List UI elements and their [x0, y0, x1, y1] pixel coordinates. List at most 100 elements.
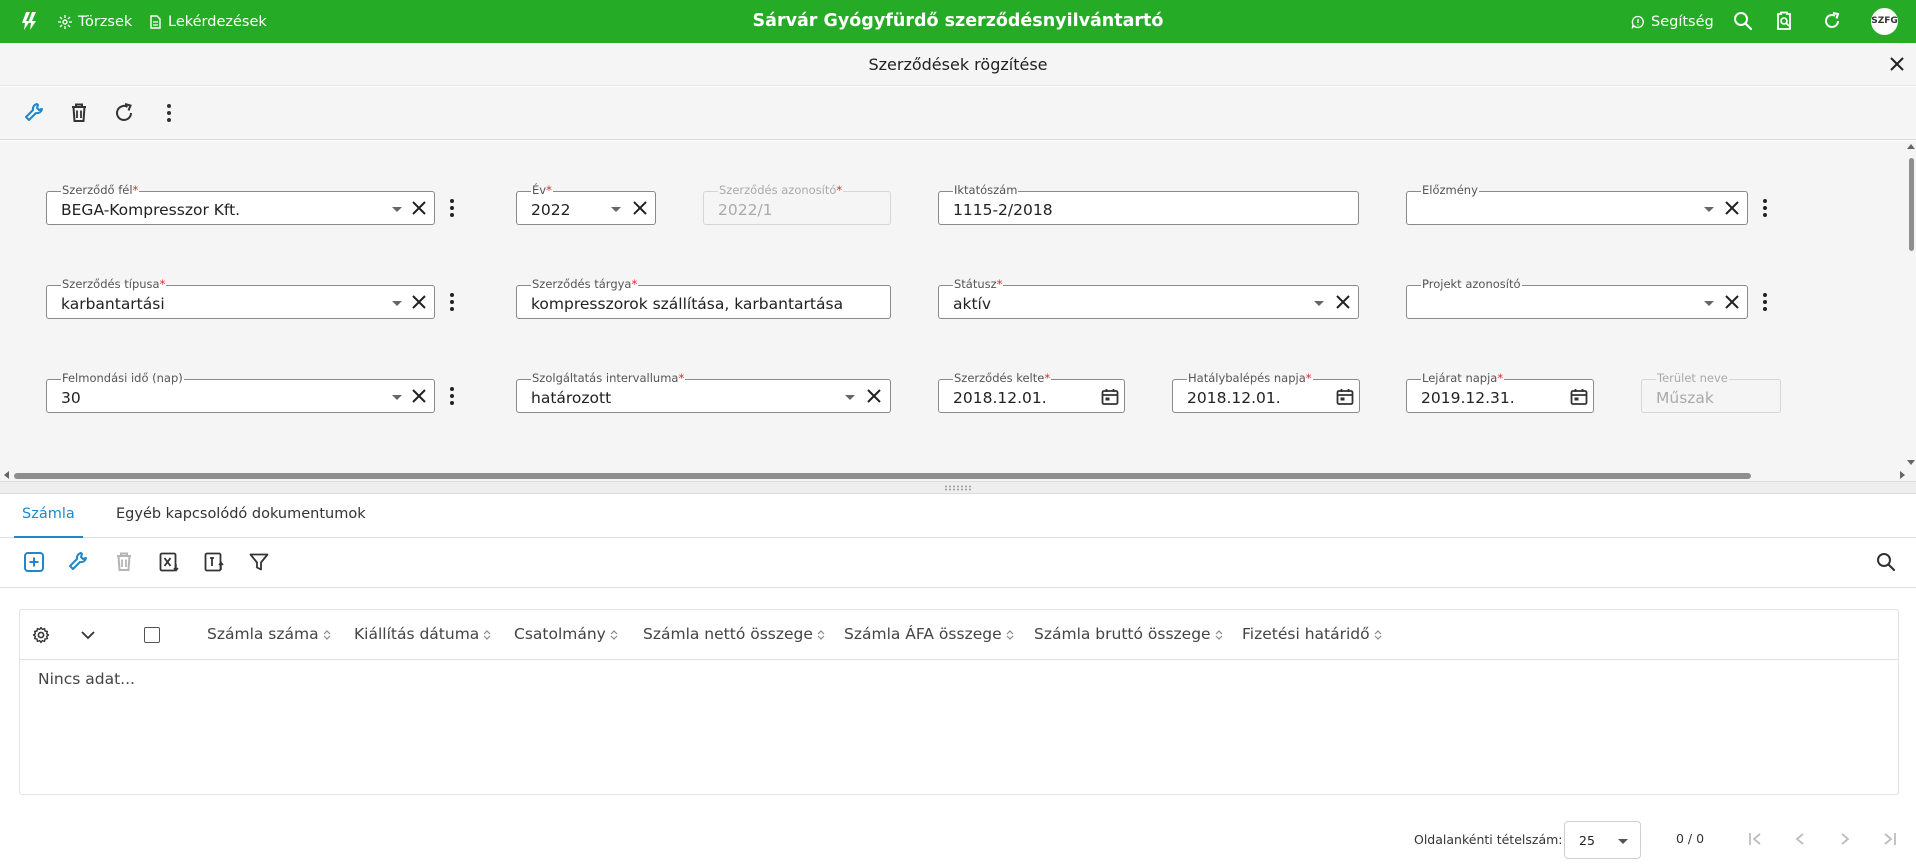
chevron-down-icon: [1314, 301, 1324, 306]
signed-value: 2018.12.01.: [953, 389, 1047, 407]
help-label: Segítség: [1651, 13, 1714, 30]
trash-icon[interactable]: [67, 101, 91, 125]
column-header[interactable]: Kiállítás dátuma: [354, 625, 491, 643]
page-size-label: Oldalankénti tételszám:: [1414, 832, 1563, 847]
area-name-field: Terület neve Műszak: [1641, 371, 1781, 413]
clear-icon[interactable]: [631, 199, 649, 217]
select-all-checkbox[interactable]: [144, 627, 160, 643]
scroll-left-icon[interactable]: [2, 470, 12, 480]
sort-icon: [483, 629, 491, 640]
top-bar: Törzsek Lekérdezések Sárvár Gyógyfürdő s…: [0, 0, 1916, 43]
invoice-toolbar: [0, 538, 1916, 588]
contract-type-value: karbantartási: [61, 295, 165, 313]
more-vertical-icon[interactable]: [1760, 197, 1770, 219]
scroll-up-icon[interactable]: [1906, 142, 1916, 152]
more-vertical-icon[interactable]: [447, 291, 457, 313]
search-icon[interactable]: [1874, 550, 1898, 574]
notice-label: Felmondási idő (nap): [61, 371, 184, 385]
interval-select[interactable]: Szolgáltatás intervalluma* határozott: [516, 371, 891, 413]
more-vertical-icon[interactable]: [447, 197, 457, 219]
close-icon[interactable]: [1887, 54, 1907, 74]
clear-icon[interactable]: [410, 387, 428, 405]
subject-label: Szerződés tárgya: [532, 277, 632, 291]
subject-value: kompresszorok szállítása, karbantartása: [531, 295, 844, 313]
status-select[interactable]: Státusz* aktív: [938, 277, 1359, 319]
clear-icon[interactable]: [1334, 293, 1352, 311]
import-icon[interactable]: [202, 550, 226, 574]
chevron-down-icon: [392, 301, 402, 306]
search-icon[interactable]: [1732, 10, 1754, 32]
wrench-icon[interactable]: [67, 550, 91, 574]
excel-export-icon[interactable]: [157, 550, 181, 574]
previous-select[interactable]: Előzmény: [1406, 183, 1748, 225]
contract-id-label: Szerződés azonosító: [719, 183, 837, 197]
add-icon[interactable]: [22, 550, 46, 574]
page-size-value: 25: [1579, 833, 1595, 848]
subject-field[interactable]: Szerződés tárgya* kompresszorok szállítá…: [516, 277, 891, 319]
expiry-date-field[interactable]: Lejárat napja* 2019.12.31.: [1406, 371, 1594, 413]
filter-icon[interactable]: [247, 550, 271, 574]
sort-icon: [817, 629, 825, 640]
chevron-down-icon: [1704, 301, 1714, 306]
invoice-grid: Számla száma Kiállítás dátuma Csatolmány…: [19, 609, 1899, 795]
clear-icon[interactable]: [865, 387, 883, 405]
gear-icon[interactable]: [32, 626, 50, 644]
help-link[interactable]: Segítség: [1631, 0, 1714, 43]
status-label: Státusz: [954, 277, 997, 291]
sort-icon: [323, 629, 331, 640]
contract-type-label: Szerződés típusa: [62, 277, 160, 291]
tab-egyeb-dokumentumok[interactable]: Egyéb kapcsolódó dokumentumok: [116, 494, 366, 538]
party-label: Szerződő fél: [62, 183, 133, 197]
more-vertical-icon[interactable]: [157, 101, 181, 125]
column-header[interactable]: Csatolmány: [514, 625, 618, 643]
avatar[interactable]: SZFG: [1871, 8, 1898, 35]
scroll-down-icon[interactable]: [1906, 457, 1916, 467]
calendar-icon[interactable]: [1569, 387, 1589, 407]
year-select[interactable]: Év* 2022: [516, 183, 656, 225]
scroll-right-icon[interactable]: [1897, 470, 1907, 480]
page-size-select[interactable]: 25: [1564, 821, 1641, 859]
clipboard-search-icon[interactable]: [1773, 10, 1795, 32]
refresh-icon[interactable]: [112, 101, 136, 125]
chevron-down-icon[interactable]: [80, 628, 96, 642]
column-header[interactable]: Számla nettó összege: [643, 625, 825, 643]
last-page-icon: [1884, 833, 1896, 845]
column-header[interactable]: Számla bruttó összege: [1034, 625, 1223, 643]
notice-value: 30: [61, 389, 81, 407]
party-select[interactable]: Szerződő fél* BEGA-Kompresszor Kft.: [46, 183, 435, 225]
contract-id-field: Szerződés azonosító* 2022/1: [703, 183, 891, 225]
refresh-icon[interactable]: [1821, 10, 1843, 32]
contract-id-value: 2022/1: [718, 201, 773, 219]
sort-icon: [610, 629, 618, 640]
chevron-down-icon: [611, 207, 621, 212]
column-header[interactable]: Fizetési határidő: [1242, 625, 1382, 643]
effective-date-field[interactable]: Hatálybalépés napja* 2018.12.01.: [1172, 371, 1360, 413]
wrench-icon[interactable]: [23, 101, 47, 125]
contract-type-select[interactable]: Szerződés típusa* karbantartási: [46, 277, 435, 319]
interval-value: határozott: [531, 389, 612, 407]
sort-icon: [1006, 629, 1014, 640]
record-toolbar: [0, 87, 1916, 140]
vertical-scroll-thumb[interactable]: [1909, 158, 1914, 251]
clear-icon[interactable]: [1723, 199, 1741, 217]
area-value: Műszak: [1656, 389, 1714, 407]
notice-select[interactable]: Felmondási idő (nap) 30: [46, 371, 435, 413]
filing-no-field[interactable]: Iktatószám 1115-2/2018: [938, 183, 1359, 225]
more-vertical-icon[interactable]: [1760, 291, 1770, 313]
calendar-icon[interactable]: [1335, 387, 1355, 407]
clear-icon[interactable]: [410, 199, 428, 217]
clear-icon[interactable]: [410, 293, 428, 311]
drag-handle-icon[interactable]: [944, 485, 974, 491]
column-header[interactable]: Számla száma: [207, 625, 331, 643]
previous-page-icon: [1795, 833, 1804, 845]
tab-szamla[interactable]: Számla: [14, 494, 83, 538]
expiry-label: Lejárat napja: [1422, 371, 1498, 385]
panel-splitter[interactable]: [0, 481, 1916, 494]
signed-date-field[interactable]: Szerződés kelte* 2018.12.01.: [938, 371, 1125, 413]
clear-icon[interactable]: [1723, 293, 1741, 311]
more-vertical-icon[interactable]: [447, 385, 457, 407]
project-id-select[interactable]: Projekt azonosító: [1406, 277, 1748, 319]
horizontal-scroll-thumb[interactable]: [14, 473, 1751, 479]
column-header[interactable]: Számla ÁFA összege: [844, 625, 1014, 643]
calendar-icon[interactable]: [1100, 387, 1120, 407]
